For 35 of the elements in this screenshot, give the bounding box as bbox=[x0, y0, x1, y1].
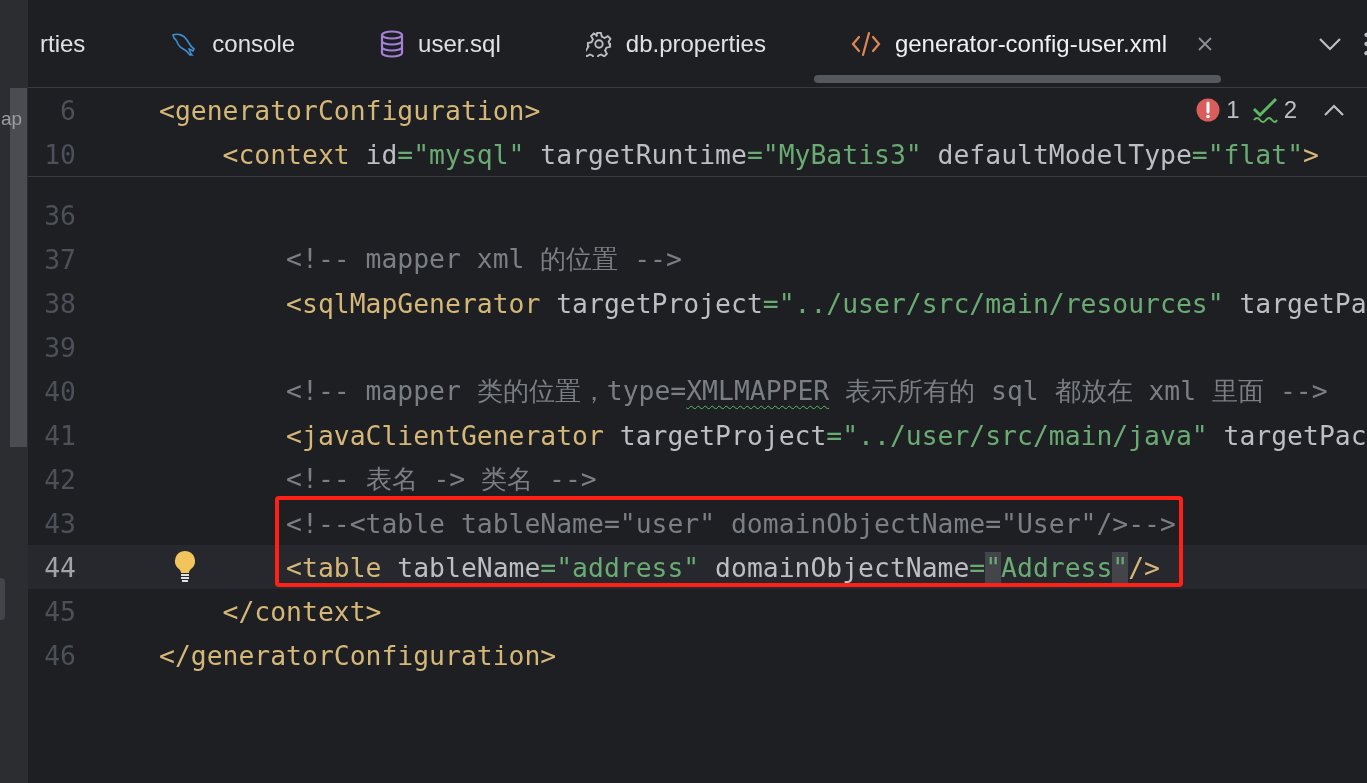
editor-tab[interactable]: console bbox=[127, 0, 338, 87]
tab-label: generator-config-user.xml bbox=[894, 29, 1167, 58]
tree-item-text: ap bbox=[1, 108, 23, 130]
code-line: <table tableName="address" domainObjectName="Address"/> bbox=[285, 551, 1160, 583]
code-line: <context id="mysql" targetRuntime="MyBatis3" defaultModelType="flat"> bbox=[221, 138, 1319, 170]
editor-tab[interactable]: rties bbox=[28, 0, 128, 87]
close-icon[interactable] bbox=[1197, 35, 1213, 52]
error-icon bbox=[1196, 98, 1221, 122]
chevron-down-icon[interactable] bbox=[1318, 36, 1342, 51]
code-line: <generatorConfiguration> bbox=[159, 94, 541, 126]
tab-label: rties bbox=[40, 29, 86, 58]
check-icon bbox=[1251, 97, 1278, 123]
lightbulb-icon[interactable] bbox=[173, 550, 197, 582]
tab-label: console bbox=[212, 29, 296, 58]
editor-tab[interactable]: generator-config-user.xml bbox=[807, 0, 1255, 87]
code-line: </generatorConfiguration> bbox=[159, 639, 557, 671]
database-icon bbox=[380, 29, 405, 58]
code-line: <!-- mapper xml 的位置 --> bbox=[285, 242, 682, 274]
tab-label: db.properties bbox=[625, 29, 766, 58]
code-line: <!-- mapper 类的位置，type=XMLMAPPER 表示所有的 sql 都放在 xml 里面 --> bbox=[285, 374, 1328, 406]
gear-icon bbox=[585, 30, 612, 57]
line-number: 44 bbox=[43, 551, 77, 583]
code-line: <!-- 表名 -> 类名 --> bbox=[285, 462, 597, 494]
inspection-widget[interactable]: 2 bbox=[1251, 96, 1297, 124]
chevron-up-icon[interactable] bbox=[1323, 104, 1345, 116]
code-line: <!--<table tableName="user" domainObjectName="User"/>--> bbox=[285, 507, 1176, 539]
code-line: </context> bbox=[221, 595, 382, 627]
inspection-widget[interactable]: 1 bbox=[1196, 96, 1240, 124]
editor-tab[interactable]: user.sql bbox=[337, 0, 543, 87]
code-icon bbox=[850, 30, 881, 57]
code-line: <sqlMapGenerator targetProject="../user/src/main/resources" targetPa bbox=[285, 287, 1367, 319]
code-line: <javaClientGenerator targetProject="../user/src/main/java" targetPac bbox=[285, 419, 1367, 451]
tree-row-highlight bbox=[0, 578, 5, 620]
editor-tab[interactable]: db.properties bbox=[542, 0, 808, 87]
tab-label: user.sql bbox=[418, 29, 501, 58]
